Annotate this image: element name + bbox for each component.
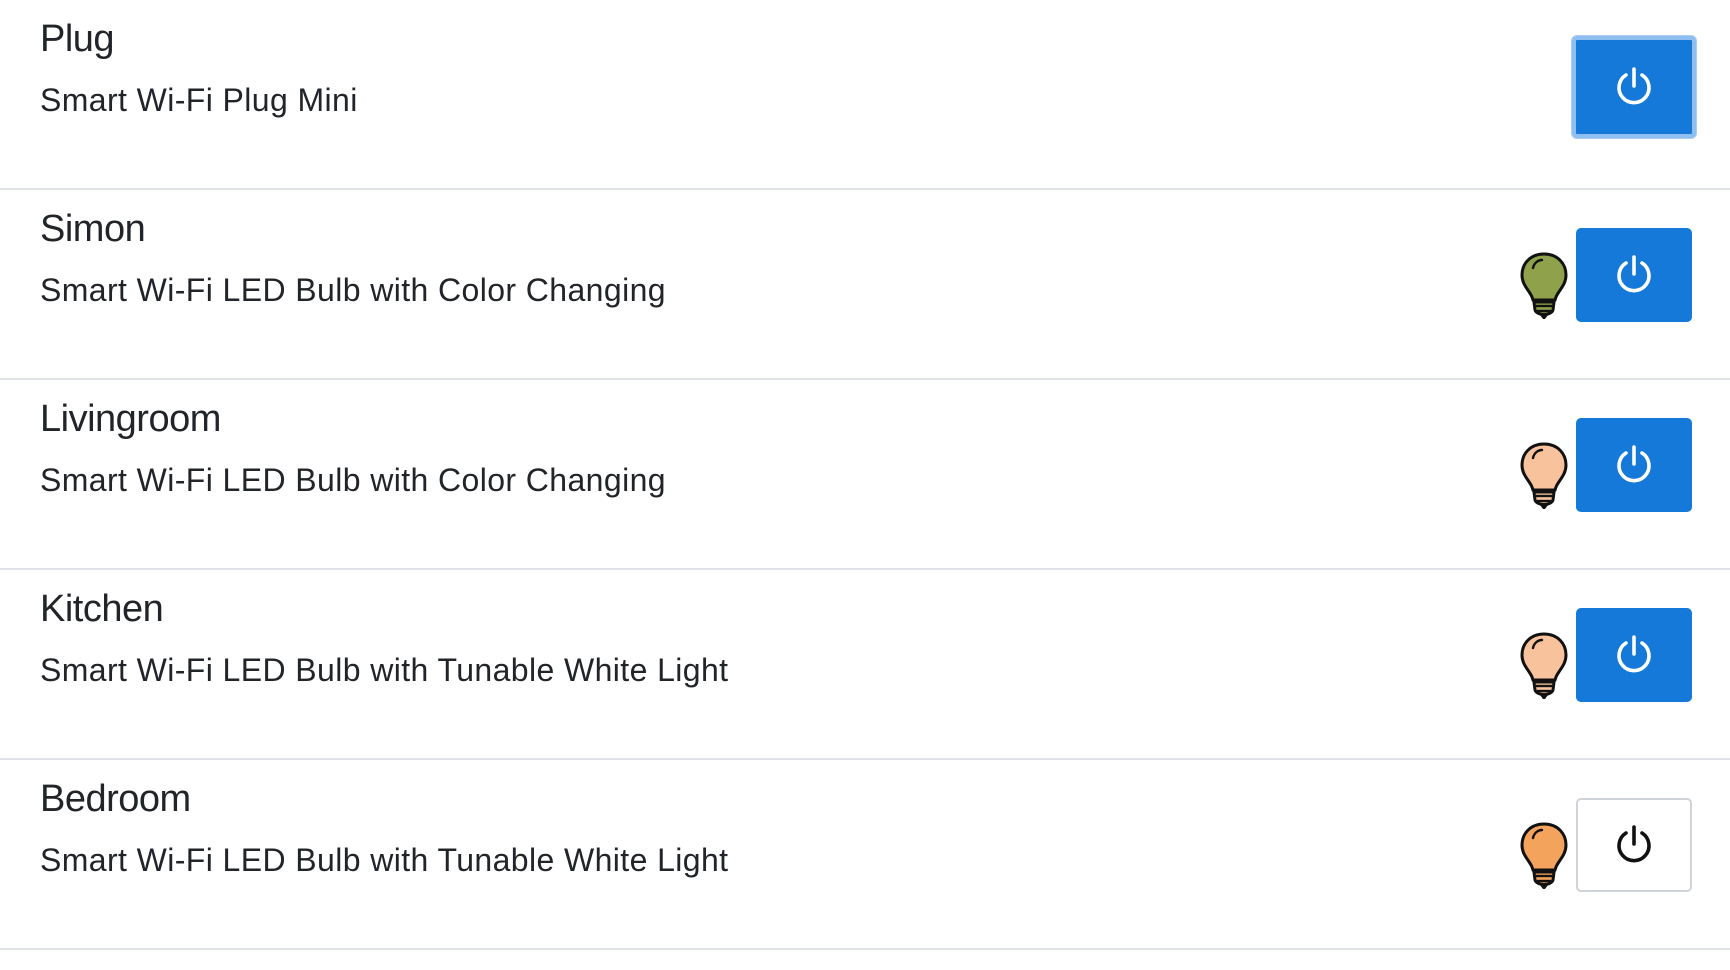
device-row-plug: Plug Smart Wi-Fi Plug Mini	[0, 0, 1730, 190]
bulb-glass	[1520, 252, 1568, 302]
power-toggle-button[interactable]	[1576, 228, 1692, 322]
device-model: Smart Wi-Fi LED Bulb with Tunable White …	[40, 842, 729, 878]
power-icon	[1617, 255, 1651, 293]
device-row-livingroom: Livingroom Smart Wi-Fi LED Bulb with Col…	[0, 380, 1730, 570]
device-model: Smart Wi-Fi Plug Mini	[40, 82, 358, 118]
device-name: Bedroom	[40, 778, 191, 820]
device-name: Plug	[40, 18, 115, 60]
light-bulb-icon	[1520, 442, 1568, 509]
device-row-simon: Simon Smart Wi-Fi LED Bulb with Color Ch…	[0, 190, 1730, 380]
device-model: Smart Wi-Fi LED Bulb with Color Changing	[40, 462, 666, 498]
device-row-kitchen: Kitchen Smart Wi-Fi LED Bulb with Tunabl…	[0, 570, 1730, 760]
power-icon	[1617, 67, 1651, 105]
device-model: Smart Wi-Fi LED Bulb with Color Changing	[40, 272, 666, 308]
power-toggle-button[interactable]	[1572, 36, 1696, 138]
device-name: Simon	[40, 208, 146, 250]
device-name: Livingroom	[40, 398, 221, 440]
device-list: Plug Smart Wi-Fi Plug Mini Simon Smart W…	[0, 0, 1730, 950]
bulb-glass	[1520, 822, 1568, 872]
light-bulb-icon	[1520, 822, 1568, 889]
power-toggle-button[interactable]	[1576, 798, 1692, 892]
device-row-bedroom: Bedroom Smart Wi-Fi LED Bulb with Tunabl…	[0, 760, 1730, 950]
bulb-glass	[1520, 632, 1568, 682]
light-bulb-icon	[1520, 632, 1568, 699]
power-icon	[1617, 825, 1651, 863]
power-toggle-button[interactable]	[1576, 418, 1692, 512]
power-toggle-button[interactable]	[1576, 608, 1692, 702]
device-model: Smart Wi-Fi LED Bulb with Tunable White …	[40, 652, 729, 688]
power-icon	[1617, 635, 1651, 673]
device-name: Kitchen	[40, 588, 164, 630]
power-icon	[1617, 445, 1651, 483]
bulb-glass	[1520, 442, 1568, 492]
light-bulb-icon	[1520, 252, 1568, 319]
